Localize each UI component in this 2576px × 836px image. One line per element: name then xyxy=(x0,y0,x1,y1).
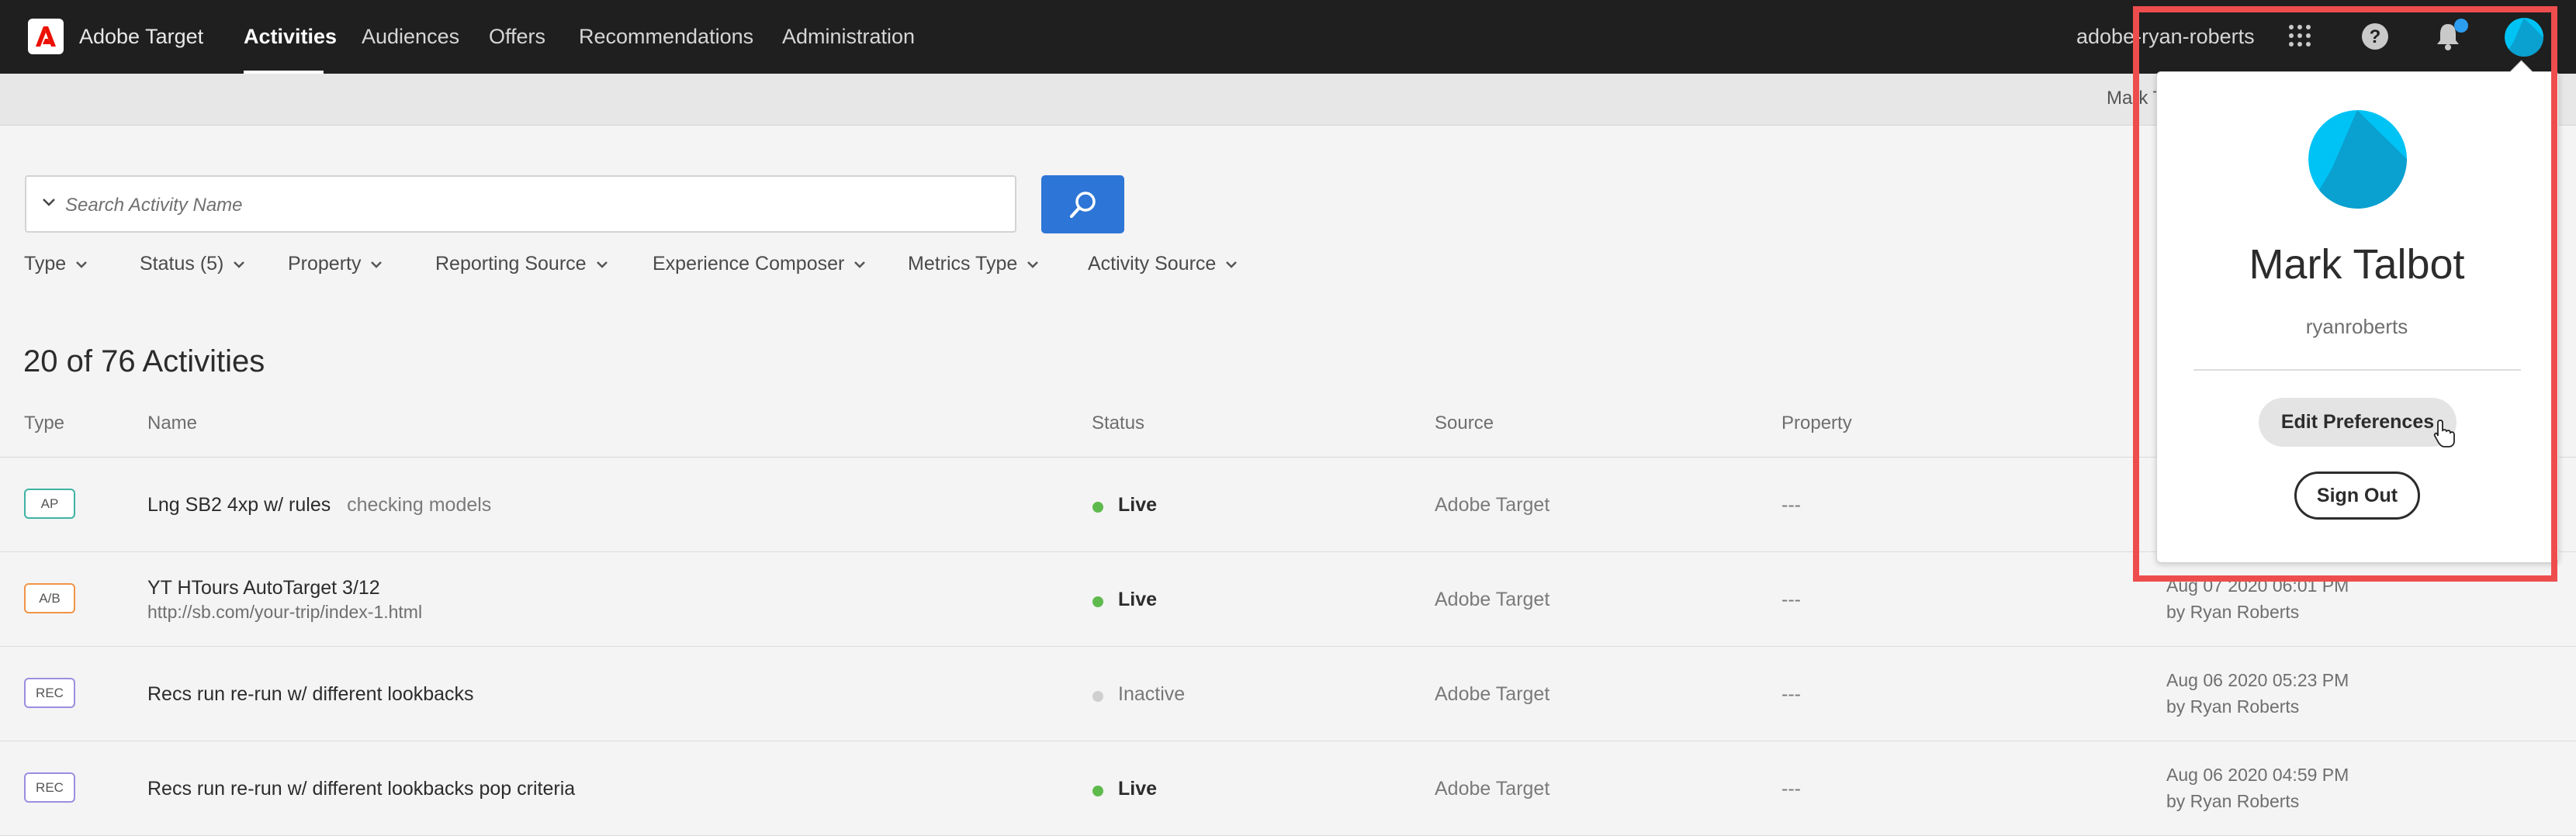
filter-metrics-type[interactable]: Metrics Type xyxy=(908,253,1039,275)
activity-name-text: Lng SB2 4xp w/ rules xyxy=(147,494,331,516)
status-dot xyxy=(1092,502,1103,513)
activity-name[interactable]: Recs run re-run w/ different lookbacks xyxy=(147,683,474,706)
activity-type-badge: A/B xyxy=(24,583,75,613)
table-row[interactable]: REC Recs run re-run w/ different lookbac… xyxy=(0,647,2576,741)
chevron-down-icon[interactable] xyxy=(42,198,56,207)
column-header-source[interactable]: Source xyxy=(1435,413,1494,434)
activity-count-title: 20 of 76 Activities xyxy=(23,344,265,378)
column-header-name[interactable]: Name xyxy=(147,413,197,434)
activity-status: Live xyxy=(1118,589,1158,610)
filter-activity-source[interactable]: Activity Source xyxy=(1088,253,1238,275)
activity-url: http://sb.com/your-trip/index-1.html xyxy=(147,602,423,622)
filter-type[interactable]: Type xyxy=(24,253,88,275)
adobe-logo-icon[interactable] xyxy=(28,19,64,54)
filter-reporting-source[interactable]: Reporting Source xyxy=(435,253,608,275)
filter-label: Status (5) xyxy=(140,253,224,275)
status-dot xyxy=(1092,786,1103,796)
activity-type-badge: REC xyxy=(24,678,75,708)
search-input[interactable] xyxy=(64,188,998,223)
chevron-down-icon xyxy=(371,261,383,269)
activity-status: Live xyxy=(1118,494,1158,516)
tab-audiences[interactable]: Audiences xyxy=(362,25,459,49)
column-header-status[interactable]: Status xyxy=(1092,413,1144,434)
chevron-down-icon xyxy=(1027,261,1039,269)
filter-experience-composer[interactable]: Experience Composer xyxy=(653,253,866,275)
activity-source: Adobe Target xyxy=(1435,778,1550,800)
filter-label: Type xyxy=(24,253,67,275)
tab-offers[interactable]: Offers xyxy=(489,25,545,49)
activity-type-badge: AP xyxy=(24,489,75,519)
column-header-type[interactable]: Type xyxy=(24,413,64,434)
activity-note: checking models xyxy=(347,494,492,516)
last-modified-by: by Ryan Roberts xyxy=(2166,602,2300,622)
filter-label: Metrics Type xyxy=(908,253,1018,275)
activity-status: Live xyxy=(1118,778,1158,800)
filter-status[interactable]: Status (5) xyxy=(140,253,245,275)
activity-property: --- xyxy=(1781,494,1801,516)
last-modified-by: by Ryan Roberts xyxy=(2166,696,2300,717)
activity-name[interactable]: Recs run re-run w/ different lookbacks p… xyxy=(147,778,575,800)
activity-source: Adobe Target xyxy=(1435,683,1550,705)
activity-type-badge: REC xyxy=(24,772,75,803)
status-dot xyxy=(1092,691,1103,702)
activity-property: --- xyxy=(1781,589,1801,610)
search-button[interactable] xyxy=(1041,175,1124,233)
activity-name[interactable]: YT HTours AutoTarget 3/12 xyxy=(147,577,380,599)
last-modified-date: Aug 06 2020 05:23 PM xyxy=(2166,670,2349,690)
chevron-down-icon xyxy=(234,261,245,269)
filter-label: Reporting Source xyxy=(435,253,587,275)
chevron-down-icon xyxy=(854,261,866,269)
chevron-down-icon xyxy=(596,261,608,269)
search-field[interactable] xyxy=(25,175,1016,233)
activity-property: --- xyxy=(1781,683,1801,705)
table-row[interactable]: REC Recs run re-run w/ different lookbac… xyxy=(0,741,2576,836)
app-name[interactable]: Adobe Target xyxy=(79,25,203,49)
highlight-frame xyxy=(2133,6,2557,582)
tab-activities[interactable]: Activities xyxy=(244,25,337,49)
column-header-property[interactable]: Property xyxy=(1781,413,1852,434)
filter-label: Activity Source xyxy=(1088,253,1217,275)
chevron-down-icon xyxy=(76,261,88,269)
chevron-down-icon xyxy=(1226,261,1238,269)
last-modified-by: by Ryan Roberts xyxy=(2166,791,2300,811)
activity-source: Adobe Target xyxy=(1435,589,1550,610)
activity-source: Adobe Target xyxy=(1435,494,1550,516)
filter-property[interactable]: Property xyxy=(288,253,383,275)
filter-label: Experience Composer xyxy=(653,253,845,275)
tab-administration[interactable]: Administration xyxy=(782,25,915,49)
activity-property: --- xyxy=(1781,778,1801,800)
search-icon xyxy=(1070,192,1096,218)
status-dot xyxy=(1092,596,1103,607)
activity-status: Inactive xyxy=(1118,683,1186,705)
tab-recommendations[interactable]: Recommendations xyxy=(579,25,753,49)
filter-label: Property xyxy=(288,253,362,275)
activity-name[interactable]: Lng SB2 4xp w/ rules checking models xyxy=(147,494,491,516)
last-modified-date: Aug 06 2020 04:59 PM xyxy=(2166,765,2349,785)
